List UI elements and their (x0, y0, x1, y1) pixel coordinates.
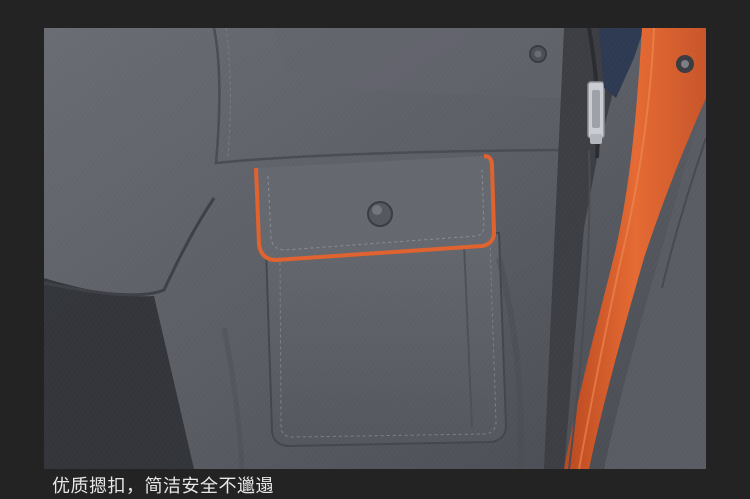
fabric-texture (44, 28, 706, 469)
product-photo (44, 28, 706, 469)
jacket-illustration (44, 28, 706, 469)
page: 优质摁扣，简洁安全不邋遢 (0, 0, 750, 499)
photo-caption: 优质摁扣，简洁安全不邋遢 (52, 476, 274, 497)
